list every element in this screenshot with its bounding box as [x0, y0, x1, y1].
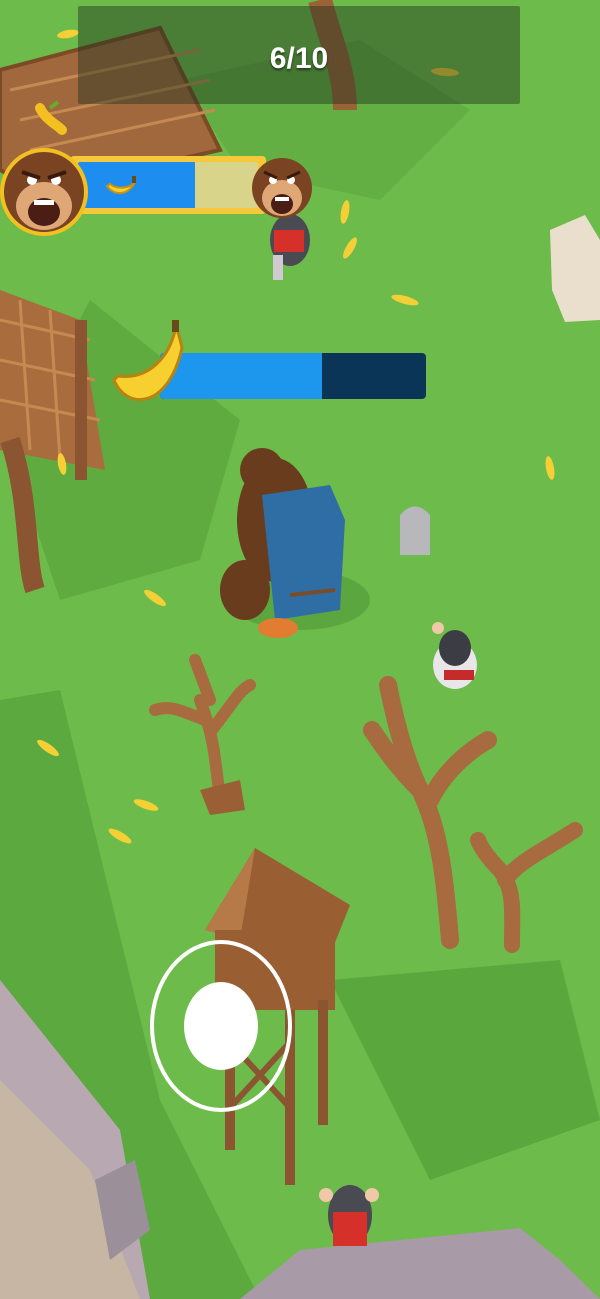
- progress-counter: 6/10: [269, 42, 329, 75]
- top-hud-panel: 6/10: [78, 6, 520, 104]
- joystick-knob[interactable]: [184, 982, 258, 1070]
- banana-progress-bar: [160, 353, 426, 399]
- gravestone: [400, 506, 430, 555]
- boss-progress-bar: [70, 156, 266, 214]
- gorilla-face-icon: [0, 100, 88, 236]
- enemy-gorilla-face-icon: [252, 158, 312, 218]
- banana-icon: [105, 176, 136, 194]
- banana-icon: [112, 320, 184, 402]
